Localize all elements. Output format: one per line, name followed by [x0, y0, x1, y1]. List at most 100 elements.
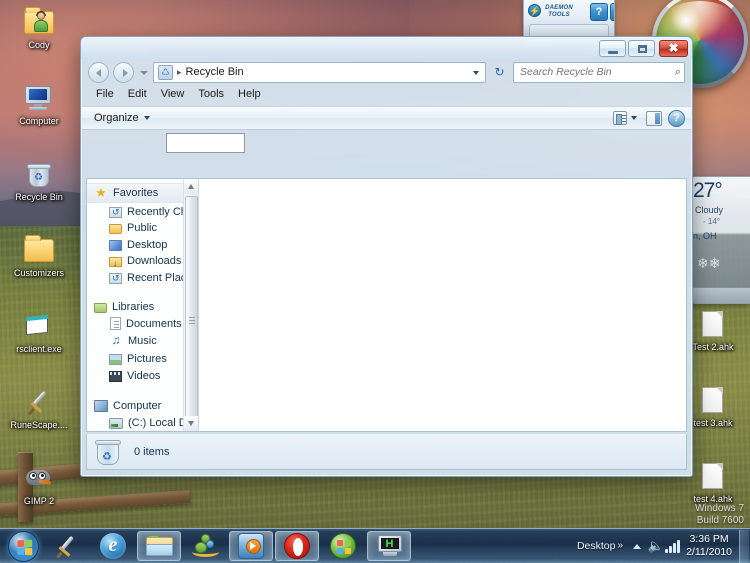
address-bar-row[interactable]: ▸ Recycle Bin ↻ ⌕ — [81, 59, 692, 85]
nav-group-computer: Computer (C:) Local Disk (D:) DVD/CD-RW … — [87, 397, 198, 431]
forward-button[interactable] — [113, 61, 134, 83]
gadget-help-button[interactable]: ? — [590, 3, 608, 21]
nav-header-label: Favorites — [113, 187, 159, 199]
rss-feed-icon[interactable]: ◕ — [610, 3, 614, 21]
search-box[interactable]: ⌕ — [513, 61, 685, 83]
recent-places-icon — [109, 273, 122, 284]
system-tray[interactable]: Desktop » 🔈 3:36 PM 2/11/2010 — [573, 529, 750, 563]
folder-icon — [22, 234, 56, 266]
start-button[interactable] — [2, 530, 44, 563]
organize-button[interactable]: Organize — [88, 110, 156, 126]
desktop-icon-rsclient[interactable]: rsclient.exe — [2, 310, 76, 355]
taskbar-item-runescape[interactable] — [45, 531, 89, 561]
taskbar-item-media-player[interactable] — [229, 531, 273, 561]
nav-item-label: Downloads — [127, 255, 182, 267]
item-count-label: 0 items — [134, 445, 170, 458]
desktop-icon-label: GIMP 2 — [23, 496, 55, 506]
show-hidden-icons-button[interactable] — [627, 535, 646, 557]
desktop[interactable]: Cody Computer ♻ Recycle Bin Customizers … — [0, 0, 750, 563]
scroll-down-icon[interactable] — [184, 416, 198, 431]
taskbar-item-media-center[interactable] — [321, 531, 365, 561]
nav-header-computer[interactable]: Computer — [87, 397, 198, 414]
desktop-toolbar[interactable]: Desktop » — [573, 540, 627, 552]
close-icon: ✖ — [668, 41, 679, 55]
menu-item-help[interactable]: Help — [232, 87, 267, 101]
breadcrumb-path[interactable]: Recycle Bin — [186, 66, 469, 78]
desktop-icon-recycle-bin[interactable]: ♻ Recycle Bin — [2, 158, 76, 203]
navigation-pane-scrollbar[interactable] — [183, 179, 198, 431]
navigation-pane[interactable]: ★ Favorites Recently Change Public Deskt… — [87, 179, 198, 431]
nav-item-recently-changed[interactable]: Recently Change — [87, 203, 198, 220]
refresh-icon[interactable]: ↻ — [490, 62, 509, 83]
taskbar-item-autohotkey[interactable] — [367, 531, 411, 561]
breadcrumb-separator-icon: ▸ — [177, 66, 182, 77]
nav-item-local-disk-c[interactable]: (C:) Local Disk — [87, 414, 198, 431]
network-signal-icon[interactable] — [665, 539, 681, 553]
taskbar-item-windows-explorer[interactable] — [137, 531, 181, 561]
menu-item-edit[interactable]: Edit — [122, 87, 153, 101]
nav-item-desktop[interactable]: Desktop — [87, 236, 198, 253]
nav-item-public[interactable]: Public — [87, 220, 198, 236]
menu-item-file[interactable]: File — [90, 87, 120, 101]
preview-pane-button[interactable] — [646, 110, 662, 126]
file-list-pane[interactable] — [198, 179, 686, 431]
close-button[interactable]: ✖ — [659, 40, 688, 57]
blank-document-icon — [696, 308, 730, 340]
menu-item-view[interactable]: View — [155, 87, 191, 101]
address-bar[interactable]: ▸ Recycle Bin — [153, 61, 486, 83]
weather-location: n, OH — [693, 231, 717, 241]
empty-text-box[interactable] — [166, 133, 245, 153]
back-button[interactable] — [88, 61, 109, 83]
nav-item-documents[interactable]: Documents — [87, 315, 198, 332]
recycle-bin-icon — [158, 64, 173, 80]
taskbar[interactable]: Desktop » 🔈 3:36 PM 2/11/2010 — [0, 528, 750, 563]
explorer-window[interactable]: ✖ ▸ Recycle Bin ↻ ⌕ File Edit View Too — [80, 36, 693, 477]
computer-icon — [94, 400, 108, 412]
desktop-icon-label: Cody — [28, 40, 50, 50]
folder-explorer-icon — [145, 535, 173, 557]
minimize-button[interactable] — [599, 40, 626, 57]
desktop-icon-cody[interactable]: Cody — [2, 6, 76, 51]
pictures-icon — [109, 354, 122, 365]
taskbar-item-opera[interactable] — [275, 531, 319, 561]
scroll-up-icon[interactable] — [184, 179, 198, 194]
chevron-down-icon — [143, 116, 150, 120]
show-desktop-button[interactable] — [739, 529, 749, 563]
nav-header-favorites[interactable]: ★ Favorites — [87, 183, 198, 203]
weather-temperature: 27° — [693, 179, 723, 202]
help-button[interactable]: ? — [668, 109, 685, 127]
menu-item-tools[interactable]: Tools — [192, 87, 230, 101]
nav-item-recent-places[interactable]: Recent Places — [87, 269, 198, 286]
clock[interactable]: 3:36 PM 2/11/2010 — [681, 533, 739, 559]
scrollbar-thumb[interactable] — [185, 196, 198, 431]
taskbar-item-messenger[interactable] — [183, 531, 227, 561]
nav-item-music[interactable]: ♫ Music — [87, 332, 198, 350]
volume-icon[interactable]: 🔈 — [646, 535, 665, 557]
recycle-bin-icon: ♻ — [95, 438, 121, 466]
address-dropdown-icon[interactable] — [469, 63, 483, 82]
nav-item-videos[interactable]: Videos — [87, 367, 198, 384]
maximize-button[interactable] — [628, 40, 655, 57]
menu-bar[interactable]: File Edit View Tools Help — [81, 85, 692, 102]
nav-item-label: Public — [127, 222, 157, 234]
nav-header-libraries[interactable]: Libraries — [87, 299, 198, 315]
change-view-button[interactable] — [610, 109, 640, 127]
nav-item-downloads[interactable]: Downloads — [87, 253, 198, 269]
weather-gadget[interactable]: 27° Cloudy - 14° n, OH ❄❄ — [690, 176, 750, 304]
blank-document-icon — [696, 384, 730, 416]
desktop-icon-runescape[interactable]: RuneScape.... — [2, 386, 76, 431]
desktop-icon-customizers[interactable]: Customizers — [2, 234, 76, 279]
search-input[interactable] — [520, 66, 675, 78]
chevron-double-right-icon[interactable]: » — [618, 540, 624, 551]
nav-item-pictures[interactable]: Pictures — [87, 350, 198, 367]
windows-build-watermark: Windows 7 Build 7600 — [695, 503, 744, 527]
daemon-tools-title: DAEMON TOOLS — [528, 3, 590, 20]
window-titlebar[interactable]: ✖ — [81, 37, 692, 59]
desktop-icon-gimp[interactable]: GIMP 2 — [2, 462, 76, 507]
windows-logo-icon — [7, 530, 39, 562]
toolbar-right-group[interactable]: ? — [610, 109, 685, 127]
taskbar-item-internet-explorer[interactable] — [91, 531, 135, 561]
recent-pages-dropdown[interactable] — [138, 62, 149, 83]
command-toolbar[interactable]: Organize ? — [82, 106, 691, 130]
desktop-icon-computer[interactable]: Computer — [2, 82, 76, 127]
